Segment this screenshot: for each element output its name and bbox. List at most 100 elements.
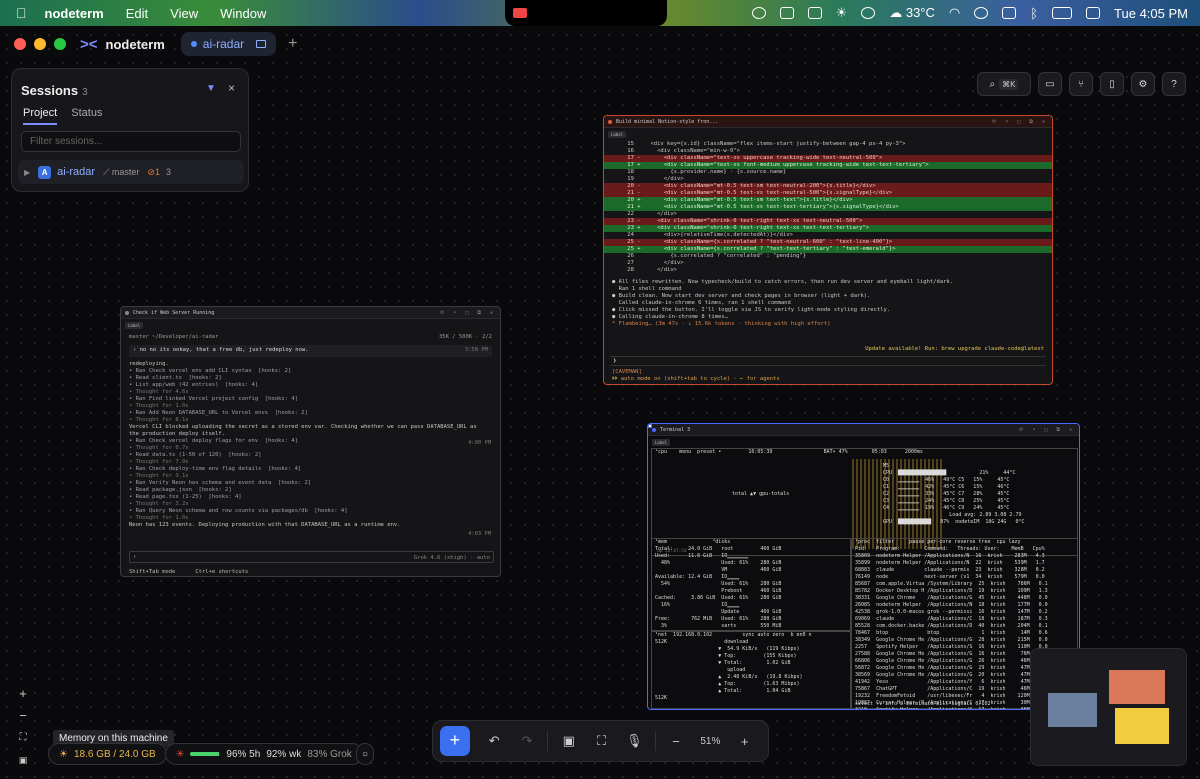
folder-button[interactable]: ▭ bbox=[1038, 72, 1062, 96]
token-count: 35K / 500K bbox=[439, 334, 473, 340]
help-button[interactable]: ? bbox=[1162, 72, 1186, 96]
terminal-window-icons[interactable]: ⟳ ⌕ □ ⧉ ✕ bbox=[1019, 427, 1075, 433]
more-status-button[interactable]: ○ bbox=[356, 743, 374, 765]
btop-line: VM 460 GiB bbox=[655, 567, 782, 573]
changes-value: 1 bbox=[154, 166, 160, 177]
dark-mode-icon[interactable] bbox=[861, 7, 876, 19]
zoom-in-button[interactable]: + bbox=[12, 684, 34, 704]
minimap-node-terminal-2[interactable] bbox=[1109, 670, 1165, 704]
apple-menu-icon[interactable]:  bbox=[16, 5, 27, 21]
btop-line: 54% Used: 61% 280 GiB bbox=[655, 581, 782, 587]
menu-edit[interactable]: Edit bbox=[126, 6, 148, 21]
brightness-icon[interactable]: ☀ bbox=[836, 5, 848, 21]
fit-view-button[interactable]: ⛶ bbox=[585, 733, 618, 749]
terminal-input[interactable]: ❯ bbox=[610, 356, 1046, 366]
diff-line: 21 - <div className="mt-0.5 text-xs text… bbox=[604, 190, 1052, 197]
pin-icon[interactable]: ▼ bbox=[206, 83, 216, 94]
close-panel-button[interactable]: × bbox=[228, 81, 235, 95]
terminal-window-icons[interactable]: ⟳ ⌕ □ ⧉ ✕ bbox=[440, 310, 496, 316]
terminal-title: Build minimal Notion-style fron... bbox=[616, 118, 719, 125]
tab-ai-radar[interactable]: ai-radar bbox=[180, 32, 277, 56]
add-tab-button[interactable]: + bbox=[288, 35, 297, 53]
redo-button[interactable]: ↷ bbox=[511, 733, 544, 749]
close-window-button[interactable] bbox=[14, 38, 26, 50]
recording-icon[interactable] bbox=[513, 8, 527, 18]
phone-icon: ▯ bbox=[1109, 78, 1115, 90]
resize-handle[interactable] bbox=[648, 424, 652, 428]
menu-view[interactable]: View bbox=[170, 6, 198, 21]
zoom-in-button[interactable]: + bbox=[728, 734, 761, 749]
menu-window[interactable]: Window bbox=[220, 6, 266, 21]
terminal-window-3[interactable]: Terminal 3 ⟳ ⌕ □ ⧉ ✕ Label ¹cpu menu pre… bbox=[647, 423, 1080, 710]
minimize-window-button[interactable] bbox=[34, 38, 46, 50]
git-button[interactable]: ⑂ bbox=[1069, 72, 1093, 96]
filter-sessions-input[interactable]: Filter sessions... bbox=[21, 131, 241, 152]
voice-button[interactable]: 🎙 bbox=[618, 733, 651, 749]
btop-line: 38331 Google Chrome /Applications/G 45 k… bbox=[855, 595, 1048, 601]
control-center-icon[interactable] bbox=[1086, 7, 1101, 19]
minimap-node-terminal-3[interactable] bbox=[1115, 708, 1169, 744]
chatgpt-icon[interactable] bbox=[779, 7, 794, 19]
network-stats: ¹net 192.168.0.102 sync auto zero b en0 … bbox=[652, 632, 850, 702]
btop-line: 78467 btop btop 1 krish 14M 0.6 bbox=[855, 630, 1048, 636]
app-titlebar: >< nodeterm ai-radar + bbox=[0, 26, 1200, 62]
command-search-button[interactable]: ⌕ ⌘K bbox=[977, 72, 1031, 96]
terminal-label[interactable]: Label bbox=[125, 322, 144, 329]
zoom-out-button[interactable]: − bbox=[660, 734, 693, 749]
zoom-out-button[interactable]: − bbox=[12, 706, 34, 726]
menu-app-name[interactable]: nodeterm bbox=[45, 6, 104, 21]
btop-line: C1 ▁▁▁▁▁▁▁ 42% 45°C C6 15% 46°C bbox=[883, 484, 1010, 490]
terminal-window-1[interactable]: Check if Web Server Running ⟳ ⌕ □ ⧉ ✕ La… bbox=[120, 306, 501, 577]
sessions-count: 3 bbox=[82, 87, 88, 98]
terminal-titlebar[interactable]: Terminal 3 ⟳ ⌕ □ ⧉ ✕ bbox=[648, 424, 1079, 436]
output-line: redeploying. bbox=[129, 361, 169, 367]
wifi-icon[interactable]: ◠ bbox=[949, 5, 960, 21]
weather-temperature[interactable]: ☁ 33°C bbox=[889, 5, 935, 21]
memory-usage-pill[interactable]: ☀ 18.6 GB / 24.0 GB bbox=[48, 743, 167, 765]
battery-icon[interactable] bbox=[1052, 7, 1073, 19]
settings-button[interactable]: ⚙ bbox=[1131, 72, 1155, 96]
cpu-header: ¹cpu menu preset • 16:05:39 BAT▾ 47% 05:… bbox=[655, 449, 923, 455]
mode-hint: Shift+Tab mode bbox=[129, 569, 176, 575]
expand-caret-icon[interactable]: ▶ bbox=[24, 168, 30, 177]
device-button[interactable]: ▯ bbox=[1100, 72, 1124, 96]
output-line: • Ran Check vercel env add CLI syntax [h… bbox=[129, 368, 292, 374]
terminal-titlebar[interactable]: Build minimal Notion-style fron... ⟳ ⌕ □… bbox=[604, 116, 1052, 128]
tab-project[interactable]: Project bbox=[23, 107, 58, 125]
terminal-window-2[interactable]: Build minimal Notion-style fron... ⟳ ⌕ □… bbox=[603, 115, 1053, 385]
grid-icon[interactable] bbox=[1002, 7, 1017, 19]
proc-footer: select ↑↓ info ↵ terminate kill signals … bbox=[855, 701, 991, 707]
zoom-level[interactable]: 51% bbox=[692, 736, 728, 747]
timer-icon[interactable] bbox=[751, 7, 766, 19]
diff-line: 21 + <div className="mt-0.5 text-xs text… bbox=[604, 204, 1052, 211]
save-button[interactable]: ▣ bbox=[552, 733, 585, 749]
tab-status[interactable]: Status bbox=[71, 107, 102, 125]
lock-button[interactable]: ▣ bbox=[12, 750, 34, 770]
sessions-panel: Sessions 3 ▼ × Project Status Filter sess… bbox=[11, 68, 249, 192]
undo-button[interactable]: ↶ bbox=[478, 733, 511, 749]
terminal-window-icons[interactable]: ⟳ ⌕ □ ⧉ ✕ bbox=[992, 119, 1048, 125]
fit-view-button[interactable]: ⛶ bbox=[12, 728, 34, 748]
menubar-clock[interactable]: Tue 4:05 PM bbox=[1114, 6, 1188, 21]
model-indicator[interactable]: Grok 4.6 (xhigh) · auto bbox=[414, 555, 490, 561]
terminal-label[interactable]: Label bbox=[608, 131, 627, 138]
auto-mode-status: ⏵⏵ auto mode on (shift+tab to cycle) · ←… bbox=[612, 376, 780, 382]
microphone-icon: 🎙 bbox=[626, 733, 643, 748]
btop-line: 35809 nodeterm Helper /Applications/N 16… bbox=[855, 553, 1045, 559]
box-icon[interactable] bbox=[807, 7, 822, 19]
terminal-titlebar[interactable]: Check if Web Server Running ⟳ ⌕ □ ⧉ ✕ bbox=[121, 307, 500, 319]
output-time-2: 4:03 PM bbox=[468, 531, 492, 537]
canvas-minimap[interactable] bbox=[1030, 648, 1187, 766]
play-icon[interactable] bbox=[974, 7, 989, 19]
btop-net-box: ¹net 192.168.0.102 sync auto zero b en0 … bbox=[651, 631, 851, 709]
bluetooth-icon[interactable]: ᛒ bbox=[1030, 6, 1038, 21]
usage-pill[interactable]: ✳ 96% 5h 92% wk 83% Grok bbox=[165, 743, 363, 765]
diff-line: 20 + <div className="mt-0.5 text-sm text… bbox=[604, 197, 1052, 204]
add-terminal-button[interactable]: + bbox=[440, 726, 470, 756]
session-row[interactable]: ▶ A ai-radar ⟋ master ⊘1 3 bbox=[18, 160, 244, 184]
terminal-label[interactable]: Label bbox=[652, 439, 671, 446]
minimap-node-terminal-1[interactable] bbox=[1048, 693, 1097, 727]
fullscreen-window-button[interactable] bbox=[54, 38, 66, 50]
output-line: ● Build clean. Now start dev server and … bbox=[612, 293, 871, 299]
btop-line: C4 ▁▁▁▁▁▁▁ 19% 46°C C9 24% 45°C bbox=[883, 505, 1010, 511]
